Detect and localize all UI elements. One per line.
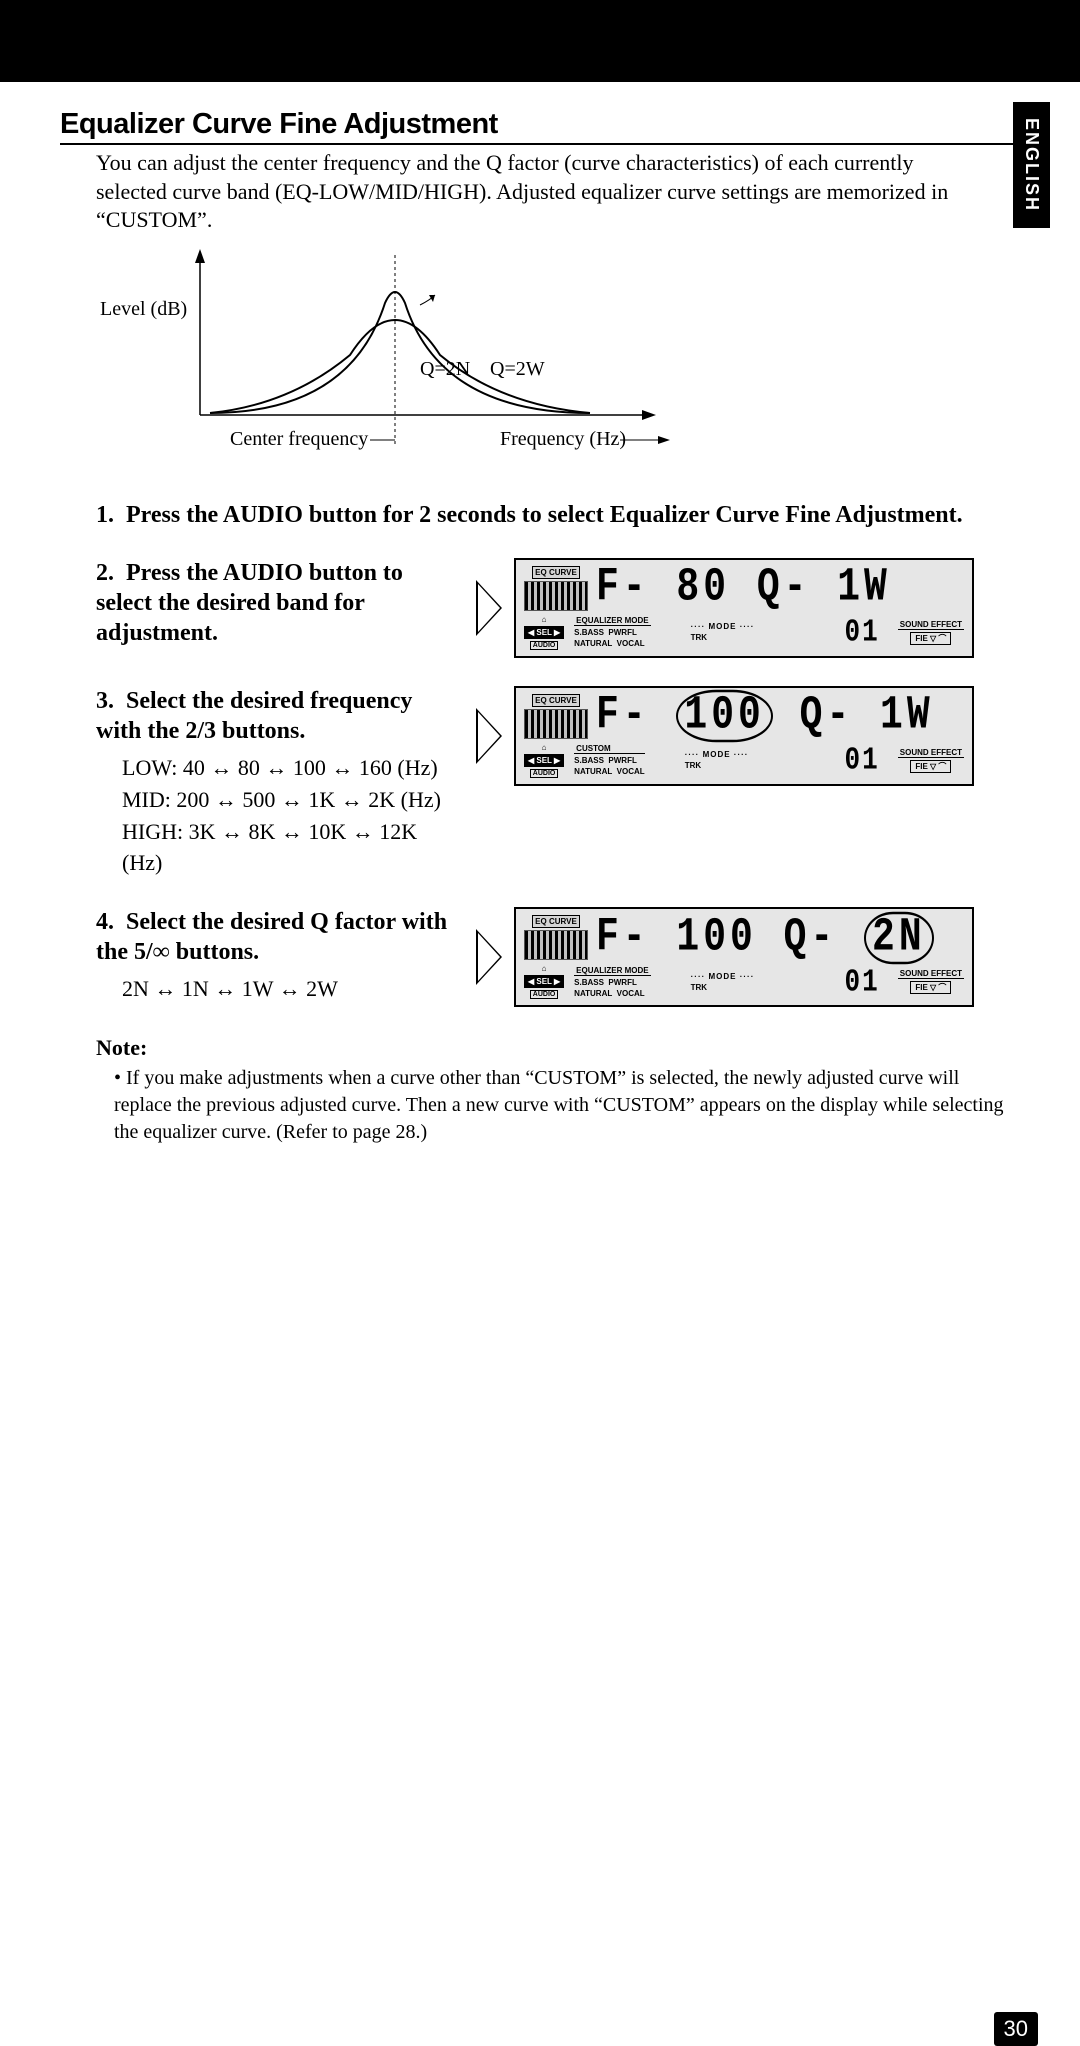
page-number: 30	[994, 2012, 1038, 2046]
device-display: EQ CURVE F- 100 Q- 1W ⌂ ◀ SEL ▶ AUDIO CU…	[514, 686, 974, 786]
pointer-icon	[476, 708, 502, 764]
step: 4. Select the desired Q factor with the …	[96, 907, 1020, 1007]
step-heading: Press the AUDIO button for 2 seconds to …	[126, 502, 963, 528]
step-number: 2.	[96, 560, 122, 587]
display-readout: F- 80 Q- 1W	[596, 565, 891, 613]
instruction-steps: 1. Press the AUDIO button for 2 seconds …	[96, 500, 1020, 1008]
note-block: Note: • If you make adjustments when a c…	[96, 1035, 1020, 1146]
pointer-icon	[476, 580, 502, 636]
pointer-icon	[476, 929, 502, 985]
device-display: EQ CURVE F- 80 Q- 1W ⌂ ◀ SEL ▶ AUDIO EQU…	[514, 558, 974, 658]
step: 3. Select the desired frequency with the…	[96, 686, 1020, 880]
step-number: 1.	[96, 502, 122, 529]
intro-paragraph: You can adjust the center frequency and …	[96, 149, 976, 235]
language-tab: ENGLISH	[1013, 102, 1050, 228]
center-freq-label: Center frequency	[230, 428, 368, 450]
step-number: 3.	[96, 688, 122, 715]
display-readout: F- 100 Q- 1W	[596, 690, 934, 743]
level-db-label: Level (dB)	[100, 298, 187, 320]
eq-curve-diagram: Level (dB) Q=2N Q=2W Center frequency Fr…	[90, 245, 1020, 470]
header-black-bar	[0, 0, 1080, 82]
display-readout: F- 100 Q- 2N	[596, 912, 934, 965]
step-heading: Select the desired frequency with the 2/…	[96, 688, 412, 744]
device-display: EQ CURVE F- 100 Q- 2N ⌂ ◀ SEL ▶ AUDIO EQ…	[514, 907, 974, 1007]
note-body: • If you make adjustments when a curve o…	[114, 1065, 1014, 1146]
step-details: 2N ↔ 1N ↔ 1W ↔ 2W	[122, 973, 456, 1005]
step: 1. Press the AUDIO button for 2 seconds …	[96, 500, 1020, 530]
page-content: ENGLISH Equalizer Curve Fine Adjustment …	[0, 82, 1080, 1616]
step-number: 4.	[96, 909, 122, 936]
step-details: LOW: 40 ↔ 80 ↔ 100 ↔ 160 (Hz)MID: 200 ↔ …	[122, 752, 456, 880]
q2w-label: Q=2W	[490, 358, 545, 380]
note-title: Note:	[96, 1035, 1020, 1061]
q2n-label: Q=2N	[420, 358, 470, 380]
step: 2. Press the AUDIO button to select the …	[96, 558, 1020, 658]
step-heading: Press the AUDIO button to select the des…	[96, 560, 403, 646]
freq-hz-label: Frequency (Hz)	[500, 428, 626, 450]
step-heading: Select the desired Q factor with the 5/∞…	[96, 909, 447, 965]
section-title: Equalizer Curve Fine Adjustment	[60, 108, 1020, 145]
